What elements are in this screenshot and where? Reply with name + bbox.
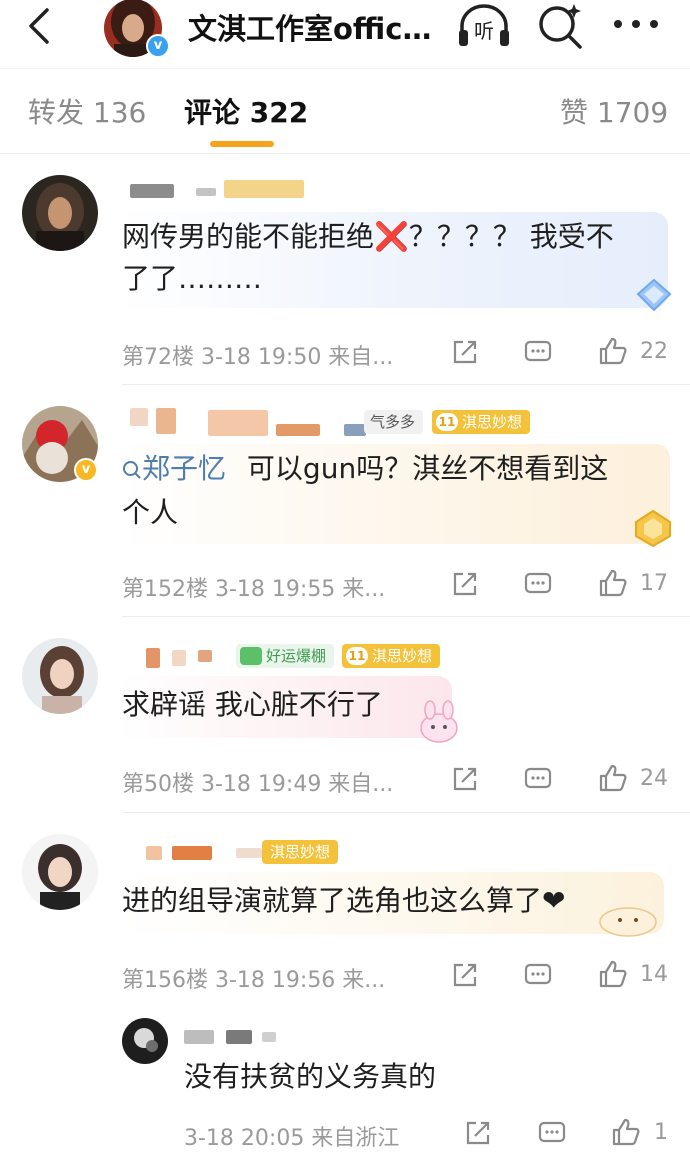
avatar[interactable] xyxy=(22,175,98,251)
comment-text-line: 个人 xyxy=(122,496,179,529)
share-icon[interactable] xyxy=(463,1118,493,1148)
comment-meta: 第152楼 3-18 19:55 来... xyxy=(122,577,386,602)
username-blurred[interactable] xyxy=(130,184,174,198)
bunny-sticker-icon xyxy=(420,700,458,743)
reply-meta: 3-18 20:05 来自浙江 xyxy=(184,1126,400,1151)
reply-text: 没有扶贫的义务真的 xyxy=(184,1060,437,1093)
comment-meta: 第72楼 3-18 19:50 来自... xyxy=(122,345,394,370)
fan-tag: 11 淇思妙想 xyxy=(342,644,441,668)
share-icon[interactable] xyxy=(450,337,480,367)
like-count: 22 xyxy=(640,339,668,364)
listen-icon[interactable]: 听 xyxy=(456,2,512,50)
avatar[interactable] xyxy=(22,638,98,714)
fan-tag: 气多多 xyxy=(364,410,424,434)
username-blurred[interactable] xyxy=(196,188,216,196)
comment-text-line: 进的组导演就算了选角也这么算了❤ xyxy=(122,884,566,917)
like-icon[interactable] xyxy=(598,763,628,793)
comment-meta: 第156楼 3-18 19:56 来... xyxy=(122,968,386,993)
comment-meta: 第50楼 3-18 19:49 来自... xyxy=(122,772,394,797)
fan-tag-label: 好运爆棚 xyxy=(266,647,327,665)
like-icon[interactable] xyxy=(598,959,628,989)
username-blurred[interactable] xyxy=(208,410,268,436)
share-icon[interactable] xyxy=(450,960,480,990)
tab-reposts[interactable]: 转发 136 xyxy=(28,91,146,131)
top-bar: v 文淇工作室offic… 听 xyxy=(0,0,690,58)
svg-text:听: 听 xyxy=(474,19,494,43)
search-icon[interactable] xyxy=(536,2,586,50)
comment-icon[interactable] xyxy=(523,764,553,794)
tab-bar: 转发 136 评论 322 赞 1709 xyxy=(0,68,690,154)
username-blurred[interactable] xyxy=(184,1030,214,1044)
like-count: 14 xyxy=(640,962,668,987)
fan-tag: 淇思妙想 xyxy=(262,840,339,864)
avatar[interactable] xyxy=(22,834,98,910)
comment-icon[interactable] xyxy=(523,569,553,599)
fan-tag: 11 淇思妙想 xyxy=(432,410,531,434)
back-icon[interactable] xyxy=(20,6,60,46)
divider xyxy=(122,812,690,813)
comment-icon[interactable] xyxy=(523,960,553,990)
verified-badge: v xyxy=(146,34,170,58)
username-blurred[interactable] xyxy=(198,650,212,662)
username-blurred[interactable] xyxy=(172,650,186,666)
tab-comments[interactable]: 评论 322 xyxy=(184,91,308,131)
comment-icon[interactable] xyxy=(523,337,553,367)
more-icon[interactable] xyxy=(612,14,660,34)
username-blurred[interactable] xyxy=(156,408,176,434)
username-blurred[interactable] xyxy=(130,408,148,426)
like-count: 1 xyxy=(654,1120,668,1145)
fan-tag: 好运爆棚 xyxy=(236,644,335,668)
avatar[interactable] xyxy=(122,1018,168,1064)
username-blurred[interactable] xyxy=(146,846,162,860)
like-icon[interactable] xyxy=(598,568,628,598)
username-blurred[interactable] xyxy=(262,1032,276,1042)
search-icon xyxy=(123,461,141,479)
username-blurred[interactable] xyxy=(226,1030,252,1044)
username-blurred[interactable] xyxy=(276,424,320,436)
page-title: 文淇工作室offic… xyxy=(188,12,432,46)
username-blurred[interactable] xyxy=(236,848,262,858)
mention-link[interactable]: 郑子忆 xyxy=(122,452,235,485)
comment-text-line: 求辟谣 我心脏不行了 xyxy=(122,688,383,721)
like-icon[interactable] xyxy=(611,1117,641,1147)
comment-text-line: 了了……… xyxy=(122,262,263,295)
mention-name[interactable]: 郑子忆 xyxy=(142,452,226,485)
fan-tag-label: 淇思妙想 xyxy=(372,647,433,665)
bun-sticker-icon xyxy=(599,907,657,937)
tag-level: 11 xyxy=(436,413,458,431)
username-blurred[interactable] xyxy=(146,648,160,668)
username-blurred[interactable] xyxy=(344,424,366,436)
comment-text-line: 网传男的能不能拒绝❌？？？？ 我受不 xyxy=(122,220,614,253)
divider xyxy=(122,384,690,385)
comment-text-line: 郑子忆 可以gun吗？淇丝不想看到这 xyxy=(122,448,608,490)
verified-badge: v xyxy=(74,458,98,482)
like-count: 24 xyxy=(640,766,668,791)
tag-icon xyxy=(240,647,262,665)
comment-text: 可以gun吗？淇丝不想看到这 xyxy=(246,452,609,485)
divider xyxy=(122,616,690,617)
gem-icon xyxy=(635,509,671,548)
like-count: 17 xyxy=(640,571,668,596)
comment-icon[interactable] xyxy=(537,1118,567,1148)
diamond-icon xyxy=(636,278,672,312)
share-icon[interactable] xyxy=(450,764,480,794)
active-tab-indicator xyxy=(210,141,274,147)
fan-tag-label: 淇思妙想 xyxy=(462,413,523,431)
fan-badge xyxy=(224,180,304,198)
share-icon[interactable] xyxy=(450,569,480,599)
username-blurred[interactable] xyxy=(172,846,212,860)
tag-level: 11 xyxy=(346,647,368,665)
like-icon[interactable] xyxy=(598,336,628,366)
tab-likes[interactable]: 赞 1709 xyxy=(560,91,668,131)
